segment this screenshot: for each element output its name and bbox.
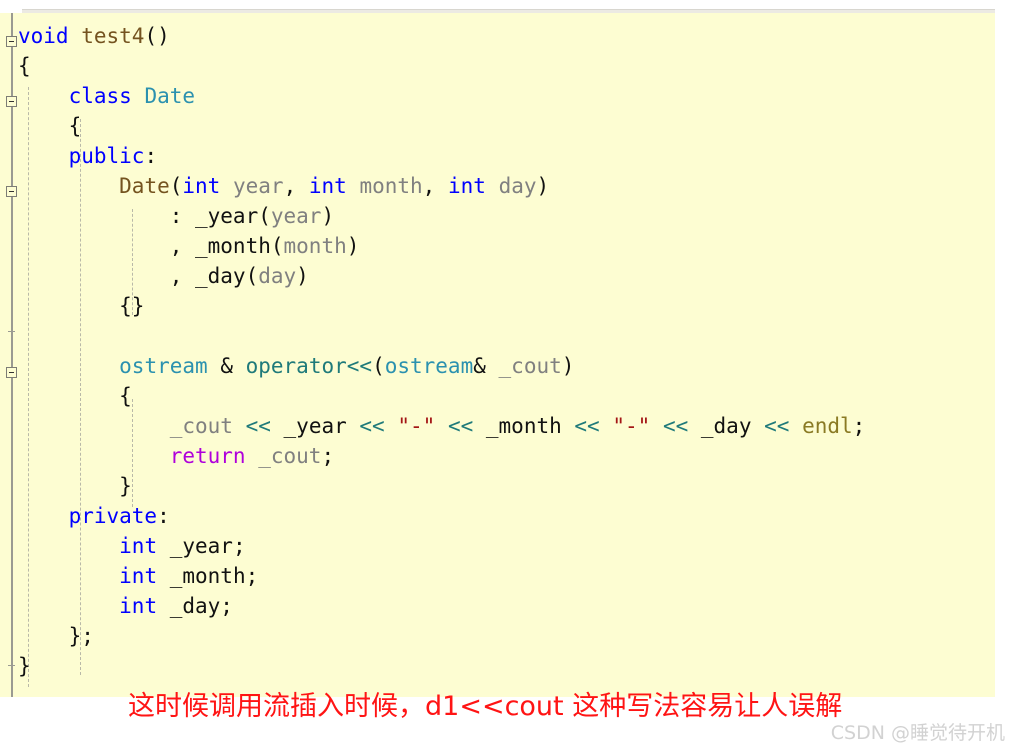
token-keyword-public: public xyxy=(68,144,145,168)
token-operator-shift: << xyxy=(346,354,373,378)
code-content[interactable]: void test4() { class Date { public: Date… xyxy=(0,13,995,697)
token-keyword-private: private xyxy=(68,504,158,528)
code-line-16: } xyxy=(18,474,132,498)
code-line-20: int _day; xyxy=(119,594,233,618)
token-type-ostream: ostream xyxy=(119,354,208,378)
annotation-part-2: 这种写法容易让人误解 xyxy=(572,691,843,722)
top-white-strip xyxy=(0,0,1019,9)
code-line-15: return _cout; xyxy=(169,444,335,468)
code-line-6: Date(int year, int month, int day) xyxy=(119,174,550,198)
code-line-1: void test4() xyxy=(18,21,170,51)
code-line-21: }; xyxy=(18,624,94,648)
red-annotation-note: 这时候调用流插入时候，d1<<cout 这种写法容易让人误解 xyxy=(128,690,842,724)
token-keyword-class: class xyxy=(68,84,132,108)
code-line-13: { xyxy=(18,384,132,408)
code-line-3: class Date xyxy=(18,81,195,111)
token-keyword-return: return xyxy=(169,444,246,468)
code-line-9: , _day(day) xyxy=(18,264,309,288)
annotation-part-1: 这时候调用流插入时候，d1<<cout xyxy=(128,691,564,722)
code-line-5: public: xyxy=(68,144,158,168)
code-line-7: : _year(year) xyxy=(18,204,335,228)
token-operator-keyword: operator xyxy=(245,354,347,378)
code-line-14: _cout << _year << "-" << _month << "-" <… xyxy=(169,414,866,438)
token-type-date: Date xyxy=(144,84,196,108)
code-editor-surface[interactable]: void test4() { class Date { public: Date… xyxy=(0,13,995,697)
token-function-test4: test4 xyxy=(81,24,145,48)
code-line-4: { xyxy=(18,114,82,138)
token-string-dash-1: "-" xyxy=(397,414,436,438)
code-line-8: , _month(month) xyxy=(18,234,360,258)
token-keyword-void: void xyxy=(18,24,69,48)
code-line-17: private: xyxy=(68,504,170,528)
code-line-18: int _year; xyxy=(119,534,246,558)
token-function-date-ctor: Date xyxy=(119,174,170,198)
token-var-cout: _cout xyxy=(169,414,233,438)
code-line-10: {} xyxy=(18,294,145,318)
token-string-dash-2: "-" xyxy=(612,414,651,438)
csdn-watermark: CSDN @睡觉待开机 xyxy=(830,722,1005,744)
code-line-12: ostream & operator<<(ostream& _cout) xyxy=(119,354,575,378)
token-macro-endl: endl xyxy=(802,414,853,438)
code-line-2: { xyxy=(18,54,31,78)
token-punct: () xyxy=(144,24,170,48)
code-line-19: int _month; xyxy=(119,564,259,588)
code-line-22: } xyxy=(18,654,31,678)
